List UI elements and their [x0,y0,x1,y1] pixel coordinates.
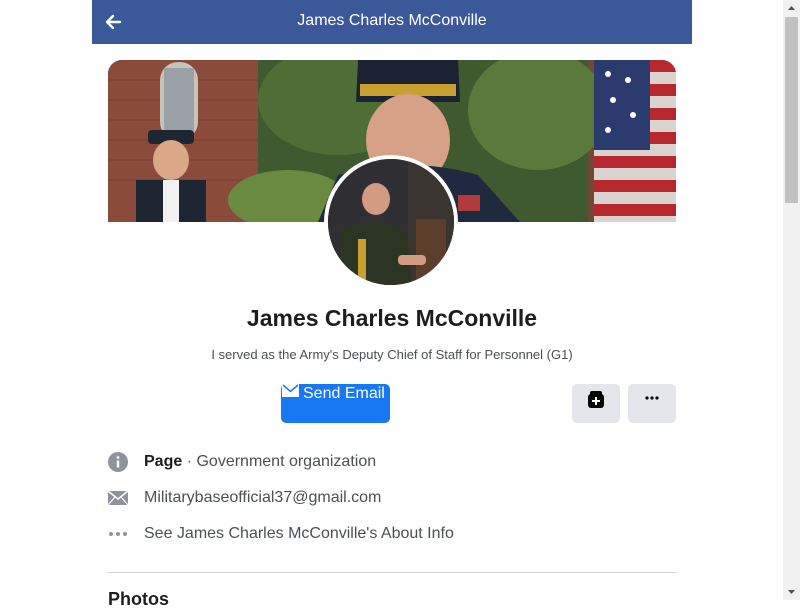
info-row-page-type: Page · Government organization [108,452,676,476]
about-info-link[interactable]: See James Charles McConville's About Inf… [144,525,454,543]
top-bar: James Charles McConville [92,0,692,44]
bookmark-plus-icon [588,391,604,408]
page-type-label: Page [144,453,183,470]
contact-email[interactable]: Militarybaseofficial37@gmail.com [144,489,381,507]
scrollbar-thumb[interactable] [785,17,798,203]
scroll-down-arrow[interactable] [783,583,800,600]
info-row-about[interactable]: See James Charles McConville's About Inf… [108,524,676,548]
profile-bio: I served as the Army's Deputy Chief of S… [211,347,573,362]
info-icon [108,452,128,472]
divider [108,572,676,573]
send-email-button[interactable]: Send Email [281,384,390,423]
more-horizontal-icon [645,396,659,400]
scroll-up-arrow[interactable] [783,0,800,17]
page-title: James Charles McConville [297,12,487,29]
more-horizontal-icon [109,532,127,536]
save-button[interactable] [572,384,620,423]
page-category: · Government organization [182,453,377,470]
envelope-icon [282,384,299,397]
info-row-email[interactable]: Militarybaseofficial37@gmail.com [108,488,676,512]
send-email-label: Send Email [303,385,385,402]
profile-avatar[interactable] [324,155,458,289]
more-options-button[interactable] [628,384,676,423]
profile-name: James Charles McConville [246,305,538,331]
envelope-icon [108,490,128,506]
vertical-scrollbar[interactable] [783,0,800,600]
profile-page: James Charles McConville James Charles M… [92,0,692,609]
